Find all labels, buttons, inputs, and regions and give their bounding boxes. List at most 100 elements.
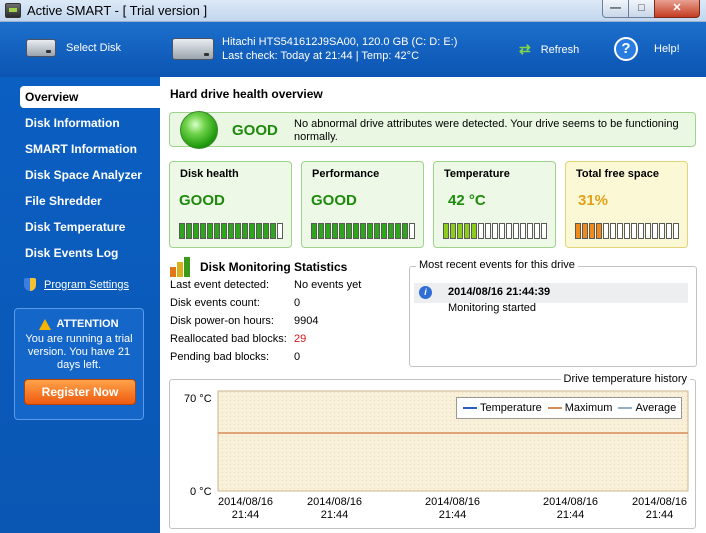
level-segment [263,223,269,239]
sidebar-item-disk-events-log[interactable]: Disk Events Log [20,242,160,264]
maximize-button[interactable]: □ [628,0,655,18]
refresh-button[interactable]: ⇄ Refresh [519,41,579,58]
hard-drive-icon [26,39,56,57]
level-segment [603,223,609,239]
sidebar-item-file-shredder[interactable]: File Shredder [20,190,160,212]
level-segment [256,223,262,239]
window-title: Active SMART - [ Trial version ] [27,3,208,18]
sidebar-item-disk-space-analyzer[interactable]: Disk Space Analyzer [20,164,160,186]
health-banner: GOOD No abnormal drive attributes were d… [169,111,696,149]
level-segment [492,223,498,239]
y-axis-max-label: 70 °C [184,393,212,405]
sidebar: Overview Disk Information SMART Informat… [0,77,160,533]
x-axis-label: 2014/08/16 21:44 [307,496,363,521]
status-orb-icon [180,111,218,149]
level-segment [235,223,241,239]
stats-label: Reallocated bad blocks: [170,333,287,345]
sidebar-item-disk-information[interactable]: Disk Information [20,112,160,134]
card-value: GOOD [179,192,225,209]
level-segment [277,223,283,239]
help-button[interactable]: ? Help! [614,37,680,61]
level-segment [214,223,220,239]
level-segment [186,223,192,239]
level-segment [457,223,463,239]
legend-label: Average [635,402,677,414]
stats-value: 9904 [294,315,319,327]
level-segment [270,223,276,239]
help-icon: ? [614,37,638,61]
stats-value: 29 [294,333,307,345]
card-title: Performance [312,168,380,180]
warning-icon [39,318,52,330]
level-segment [659,223,665,239]
register-now-button[interactable]: Register Now [24,379,136,405]
event-text: Monitoring started [448,302,537,314]
level-segment [388,223,394,239]
card-temperature: Temperature 42 °C [433,161,556,248]
level-segment [311,223,317,239]
level-bar [311,223,415,239]
stats-label: Last event detected: [170,279,270,291]
info-icon: i [419,286,432,299]
refresh-label: Refresh [540,43,580,56]
level-segment [645,223,651,239]
stats-label: Pending bad blocks: [170,351,270,363]
temperature-history-panel: Drive temperature history Temperature Ma… [169,373,696,529]
level-segment [589,223,595,239]
title-bar[interactable]: Active SMART - [ Trial version ] — □ ✕ [0,0,706,22]
stats-label: Disk events count: [170,297,260,309]
close-button[interactable]: ✕ [654,0,700,18]
level-segment [541,223,547,239]
toolbar: Select Disk Hitachi HTS541612J9SA00, 120… [0,22,706,77]
trial-notice: ATTENTION You are running a trial versio… [14,308,144,420]
level-segment [325,223,331,239]
card-disk-health: Disk health GOOD [169,161,292,248]
level-segment [207,223,213,239]
level-segment [332,223,338,239]
app-icon [5,3,21,18]
legend-label: Maximum [564,402,613,414]
level-segment [242,223,248,239]
x-axis-label: 2014/08/16 21:44 [543,496,599,521]
bar-chart-icon [170,257,192,277]
legend-item: Maximum [547,402,613,414]
level-segment [443,223,449,239]
level-segment [360,223,366,239]
legend-item: Average [618,402,676,414]
shield-icon [24,278,36,291]
level-segment [485,223,491,239]
select-disk-button[interactable]: Select Disk [26,39,121,57]
legend-item: Temperature [463,402,542,414]
health-message: No abnormal drive attributes were detect… [294,118,679,143]
chart-legend: Temperature Maximum Average [456,397,682,419]
level-segment [402,223,408,239]
level-segment [610,223,616,239]
level-segment [193,223,199,239]
minimize-button[interactable]: — [602,0,629,18]
level-segment [228,223,234,239]
stats-value: No events yet [294,279,362,291]
level-segment [617,223,623,239]
card-performance: Performance GOOD [301,161,424,248]
level-segment [666,223,672,239]
sidebar-item-disk-temperature[interactable]: Disk Temperature [20,216,160,238]
level-segment [381,223,387,239]
level-segment [318,223,324,239]
sidebar-item-overview[interactable]: Overview [20,86,160,108]
program-settings-link[interactable]: Program Settings [24,278,129,291]
level-segment [374,223,380,239]
stats-label: Disk power-on hours: [170,315,274,327]
level-segment [395,223,401,239]
level-segment [596,223,602,239]
events-title: Most recent events for this drive [416,259,578,271]
level-segment [346,223,352,239]
sidebar-item-smart-information[interactable]: SMART Information [20,138,160,160]
level-segment [631,223,637,239]
health-status: GOOD [232,122,278,139]
stats-title: Disk Monitoring Statistics [200,260,348,274]
level-segment [249,223,255,239]
level-segment [638,223,644,239]
hard-drive-icon [172,38,214,60]
level-segment [575,223,581,239]
card-title: Disk health [180,168,239,180]
